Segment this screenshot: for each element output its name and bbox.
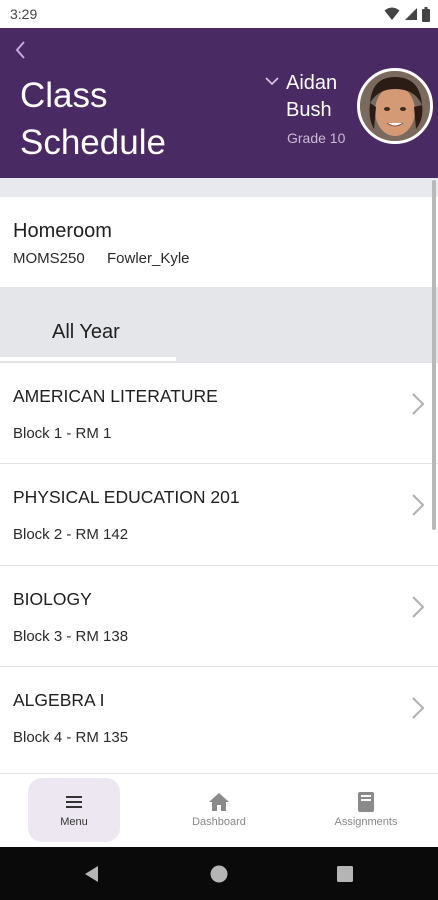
- chevron-down-icon[interactable]: [263, 72, 281, 90]
- status-icons: [384, 6, 430, 22]
- student-grade: Grade 10: [287, 130, 346, 146]
- term-tab-bar: All Year: [0, 287, 438, 362]
- back-triangle-icon[interactable]: [81, 863, 103, 885]
- course-name: ALGEBRA I: [13, 690, 105, 710]
- recents-square-icon[interactable]: [334, 863, 356, 885]
- status-bar: 3:29: [0, 0, 438, 28]
- course-name: PHYSICAL EDUCATION 201: [13, 487, 240, 507]
- course-location: Block 1 - RM 1: [13, 425, 112, 442]
- course-location: Block 3 - RM 138: [13, 628, 129, 645]
- nav-label: Assignments: [334, 816, 398, 828]
- course-row[interactable]: PHYSICAL EDUCATION 201 Block 2 - RM 142: [0, 463, 438, 564]
- status-time: 3:29: [10, 6, 38, 22]
- course-name: BIOLOGY: [13, 589, 92, 609]
- student-name[interactable]: Aidan Bush: [286, 70, 356, 124]
- wifi-icon: [384, 7, 400, 20]
- homeroom-code: MOMS250: [13, 250, 85, 267]
- chevron-right-icon: [412, 697, 425, 719]
- chevron-left-icon: [15, 41, 25, 59]
- nav-label: Menu: [60, 816, 88, 828]
- homeroom-title: Homeroom: [13, 220, 112, 242]
- menu-icon: [66, 796, 82, 808]
- home-circle-icon[interactable]: [208, 863, 230, 885]
- chevron-right-icon: [412, 494, 425, 516]
- nav-assignments[interactable]: Assignments: [320, 778, 412, 842]
- course-row[interactable]: AMERICAN LITERATURE Block 1 - RM 1: [0, 362, 438, 463]
- homeroom-card: Homeroom MOMS250 Fowler_Kyle: [0, 197, 438, 287]
- book-icon: [358, 792, 374, 812]
- nav-dashboard[interactable]: Dashboard: [173, 778, 265, 842]
- course-name: AMERICAN LITERATURE: [13, 386, 218, 406]
- back-button[interactable]: [8, 36, 32, 64]
- chevron-right-icon: [412, 393, 425, 415]
- nav-menu[interactable]: Menu: [28, 778, 120, 842]
- system-navigation-bar: [0, 847, 438, 900]
- scrollbar[interactable]: [432, 180, 436, 530]
- course-row[interactable]: BIOLOGY Block 3 - RM 138: [0, 565, 438, 666]
- student-photo: [360, 71, 430, 141]
- signal-icon: [405, 8, 417, 20]
- course-row[interactable]: ALGEBRA I Block 4 - RM 135: [0, 666, 438, 773]
- course-location: Block 2 - RM 142: [13, 526, 129, 543]
- bottom-navigation: Menu Dashboard Assignments: [0, 773, 438, 847]
- home-icon: [209, 793, 229, 811]
- tab-selected-indicator: [0, 357, 176, 361]
- homeroom-teacher: Fowler_Kyle: [107, 250, 190, 267]
- chevron-right-icon: [412, 596, 425, 618]
- page-title: Class Schedule: [20, 76, 166, 162]
- course-location: Block 4 - RM 135: [13, 729, 129, 746]
- avatar[interactable]: [357, 68, 433, 144]
- battery-icon: [422, 6, 430, 22]
- app-header: Class Schedule Aidan Bush Grade 10: [0, 28, 438, 178]
- header-divider-strip: [0, 178, 438, 197]
- nav-label: Dashboard: [192, 816, 246, 828]
- tab-all-year[interactable]: All Year: [0, 287, 176, 362]
- tab-label: All Year: [52, 321, 120, 343]
